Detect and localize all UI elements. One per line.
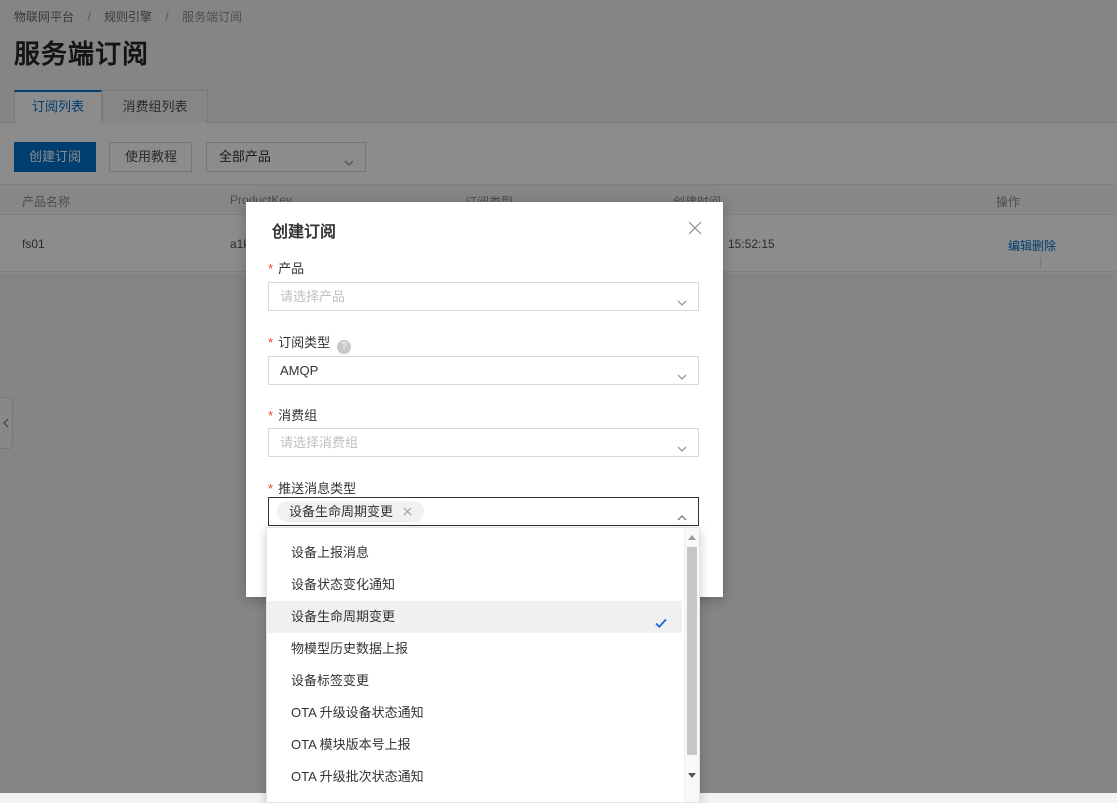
required-mark: * [268,335,273,350]
tag-remove-icon[interactable] [403,504,412,519]
option-device-status-change[interactable]: 设备状态变化通知 [267,569,682,601]
required-mark: * [268,261,273,276]
modal-title: 创建订阅 [272,218,336,242]
option-ota-batch-status[interactable]: OTA 升级批次状态通知 [267,761,682,793]
selected-tag-label: 设备生命周期变更 [289,504,393,519]
message-type-dropdown: 设备上报消息 设备状态变化通知 设备生命周期变更 物模型历史数据上报 设备标签变… [266,527,700,803]
push-message-type-multiselect[interactable]: 设备生命周期变更 [268,497,699,526]
option-ota-device-status[interactable]: OTA 升级设备状态通知 [267,697,682,729]
product-select-placeholder: 请选择产品 [280,289,345,304]
scroll-down-arrow-icon[interactable] [688,773,696,778]
option-device-tag-change[interactable]: 设备标签变更 [267,665,682,697]
subscribe-type-field-label: *订阅类型? [268,332,351,354]
selected-tag: 设备生命周期变更 [277,501,424,522]
help-icon[interactable]: ? [337,340,351,354]
product-field-label: *产品 [268,258,304,277]
option-device-lifecycle[interactable]: 设备生命周期变更 [267,601,682,633]
required-mark: * [268,481,273,496]
scroll-up-arrow-icon[interactable] [688,535,696,540]
scrollbar-thumb[interactable] [687,547,697,755]
subscribe-type-value: AMQP [280,363,318,378]
required-mark: * [268,408,273,423]
consumer-group-select[interactable]: 请选择消费组 [268,428,699,457]
subscribe-type-select[interactable]: AMQP [268,356,699,385]
chevron-down-icon [676,291,688,318]
consumer-group-placeholder: 请选择消费组 [280,435,358,450]
option-ota-module-version[interactable]: OTA 模块版本号上报 [267,729,682,761]
option-device-report[interactable]: 设备上报消息 [267,537,682,569]
close-icon[interactable] [685,218,705,238]
product-select[interactable]: 请选择产品 [268,282,699,311]
chevron-down-icon [676,365,688,392]
chevron-down-icon [676,437,688,464]
option-thing-model-history[interactable]: 物模型历史数据上报 [267,633,682,665]
dropdown-scrollbar[interactable] [684,528,699,802]
consumer-group-field-label: *消费组 [268,405,317,424]
push-message-type-field-label: *推送消息类型 [268,478,356,497]
